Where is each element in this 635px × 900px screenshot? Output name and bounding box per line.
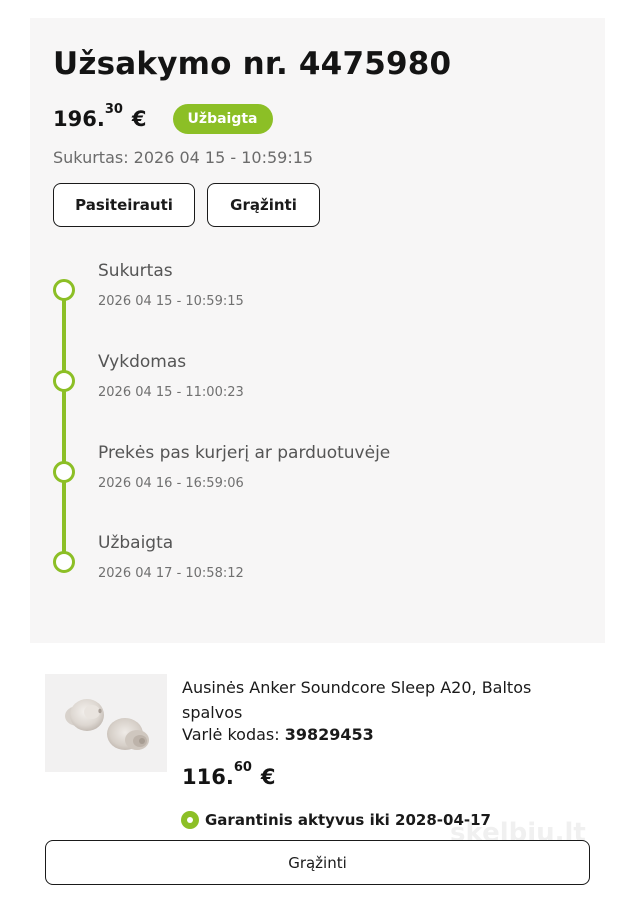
earbuds-image — [65, 699, 149, 750]
order-price-currency: € — [131, 107, 147, 131]
product-price-main: 116. — [182, 765, 234, 789]
inquire-button[interactable]: Pasiteirauti — [53, 183, 195, 227]
timeline-step-label: Užbaigta — [98, 533, 174, 553]
warranty-text: Garantinis aktyvus iki 2028-04-17 — [205, 811, 491, 829]
order-summary-card: Užsakymo nr. 4475980 196.30 € Užbaigta Su… — [30, 18, 605, 643]
timeline-step-label: Prekės pas kurjerį ar parduotuvėje — [98, 443, 391, 463]
product-price: 116.60 € — [182, 761, 276, 789]
order-price-cents: 30 — [104, 102, 123, 117]
timeline-step-label: Vykdomas — [98, 352, 187, 372]
timeline-step-icon — [53, 461, 75, 483]
timeline-step-date: 2026 04 17 - 10:58:12 — [98, 566, 244, 581]
product-name[interactable]: Ausinės Anker Soundcore Sleep A20, Balto… — [182, 675, 592, 725]
return-order-button[interactable]: Grąžinti — [207, 183, 320, 227]
status-badge: Užbaigta — [172, 104, 273, 134]
return-product-button[interactable]: Grąžinti — [45, 840, 590, 885]
timeline-step-icon — [53, 279, 75, 301]
product-price-currency: € — [260, 765, 276, 789]
order-status-timeline: Sukurtas 2026 04 15 - 10:59:15 Vykdomas … — [52, 258, 592, 618]
timeline-step-label: Sukurtas — [98, 261, 173, 281]
order-title: Užsakymo nr. 4475980 — [53, 46, 452, 82]
timeline-step-date: 2026 04 15 - 11:00:23 — [98, 385, 244, 400]
order-total-price: 196.30 € — [53, 103, 147, 131]
order-price-row: 196.30 € Užbaigta — [53, 103, 273, 134]
check-circle-icon — [181, 811, 199, 829]
timeline-step-icon — [53, 551, 75, 573]
warranty-status: Garantinis aktyvus iki 2028-04-17 — [181, 811, 491, 829]
timeline-step-date: 2026 04 16 - 16:59:06 — [98, 476, 244, 491]
product-code: Varlė kodas: 39829453 — [182, 725, 374, 744]
order-created-date: Sukurtas: 2026 04 15 - 10:59:15 — [53, 148, 314, 167]
timeline-step-icon — [53, 370, 75, 392]
product-code-label: Varlė kodas: — [182, 725, 280, 744]
product-code-value: 39829453 — [284, 725, 374, 744]
timeline-step-date: 2026 04 15 - 10:59:15 — [98, 294, 244, 309]
product-image[interactable] — [45, 674, 167, 772]
product-price-cents: 60 — [233, 760, 252, 775]
order-price-main: 196. — [53, 107, 105, 131]
timeline-line — [62, 288, 66, 560]
